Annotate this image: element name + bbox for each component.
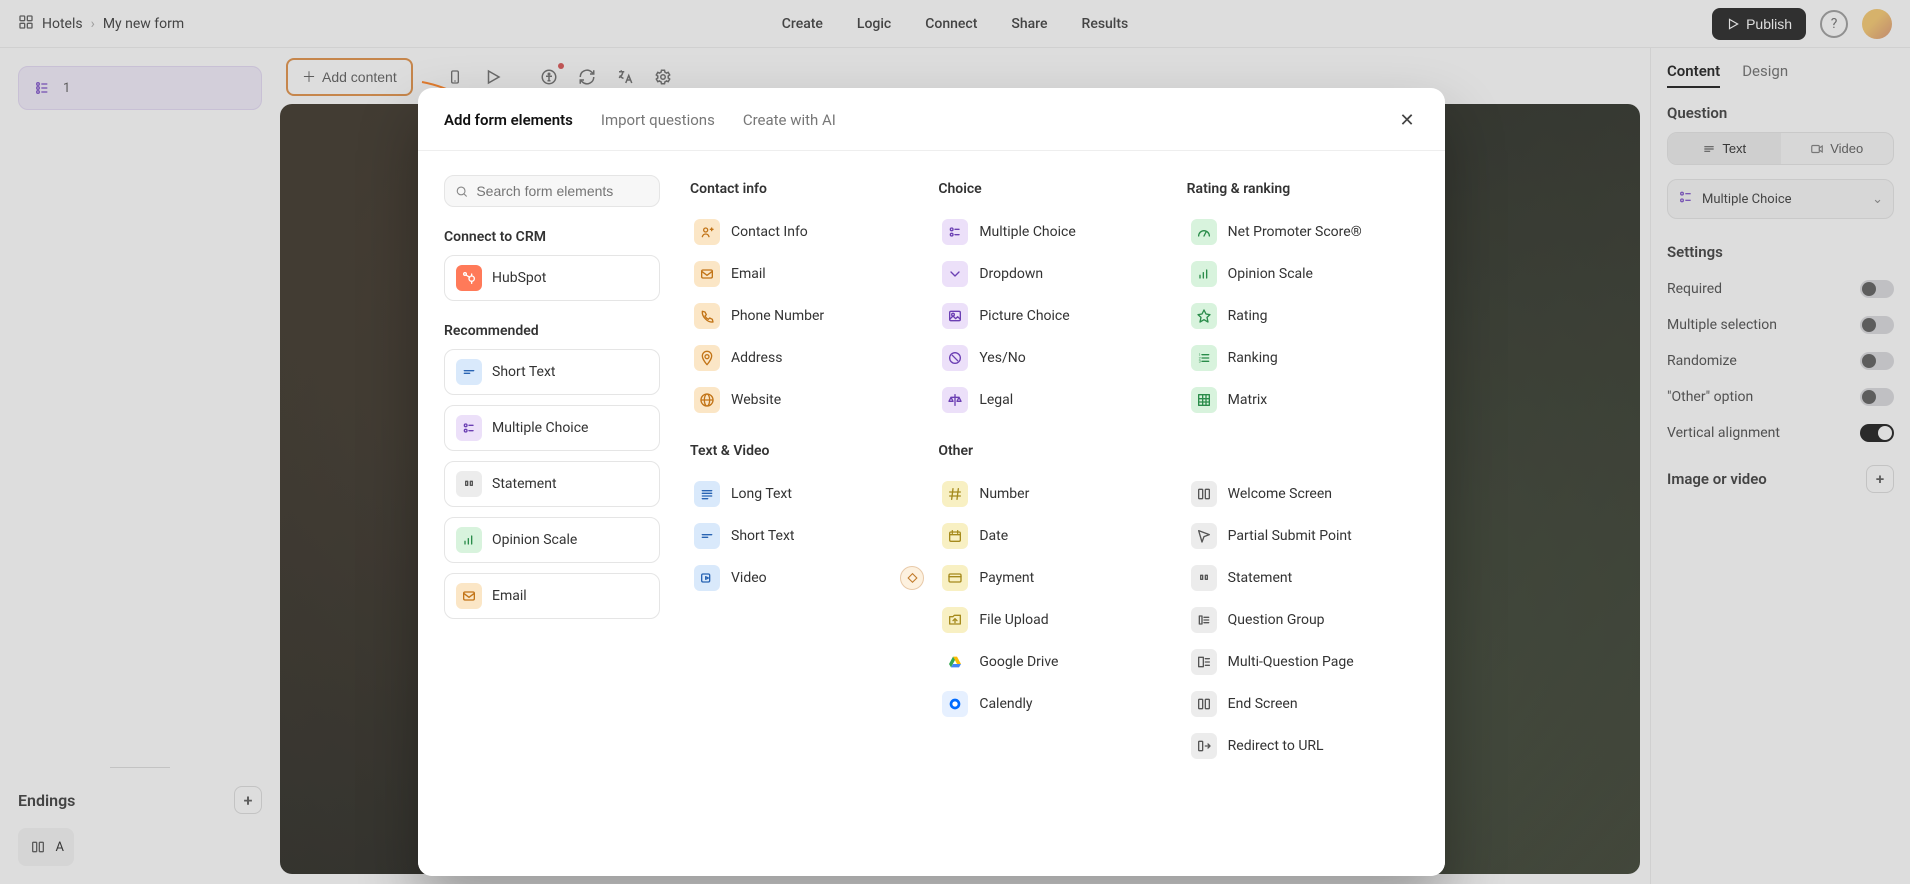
- welcome-icon: [1191, 481, 1217, 507]
- modal-close-button[interactable]: ✕: [1395, 108, 1419, 132]
- el-yesno[interactable]: Yes/No: [938, 339, 1176, 377]
- el-opinion-scale[interactable]: Opinion Scale: [1187, 255, 1425, 293]
- end-screen-icon: [1191, 691, 1217, 717]
- el-partial-submit[interactable]: Partial Submit Point: [1187, 517, 1425, 555]
- recommended-title: Recommended: [444, 323, 660, 339]
- redirect-icon: [1191, 733, 1217, 759]
- group-rating: Rating & ranking: [1187, 175, 1425, 209]
- email-icon: [456, 583, 482, 609]
- el-calendly[interactable]: Calendly: [938, 685, 1176, 723]
- add-element-modal: Add form elements Import questions Creat…: [418, 88, 1445, 876]
- short-text-icon: [694, 523, 720, 549]
- el-long-text[interactable]: Long Text: [690, 475, 928, 513]
- multi-question-icon: [1191, 649, 1217, 675]
- el-google-drive[interactable]: Google Drive: [938, 643, 1176, 681]
- ranking-icon: 123: [1191, 345, 1217, 371]
- short-text-icon: [456, 359, 482, 385]
- opinion-scale-icon: [1191, 261, 1217, 287]
- rating-icon: [1191, 303, 1217, 329]
- modal-tab-import[interactable]: Import questions: [601, 111, 715, 129]
- el-short-text[interactable]: Short Text: [690, 517, 928, 555]
- hubspot-icon: [456, 265, 482, 291]
- group-choice: Choice: [938, 175, 1176, 209]
- el-file-upload[interactable]: File Upload: [938, 601, 1176, 639]
- yesno-icon: [942, 345, 968, 371]
- el-website[interactable]: Website: [690, 381, 928, 419]
- el-question-group[interactable]: Question Group: [1187, 601, 1425, 639]
- svg-text:3: 3: [1198, 359, 1200, 364]
- el-nps[interactable]: Net Promoter Score®: [1187, 213, 1425, 251]
- nps-icon: [1191, 219, 1217, 245]
- el-multiple-choice[interactable]: Multiple Choice: [938, 213, 1176, 251]
- opinion-scale-icon: [456, 527, 482, 553]
- el-number[interactable]: Number: [938, 475, 1176, 513]
- search-form-elements[interactable]: [444, 175, 660, 207]
- statement-icon: [456, 471, 482, 497]
- long-text-icon: [694, 481, 720, 507]
- rec-statement[interactable]: Statement: [444, 461, 660, 507]
- group-text-video: Text & Video: [690, 437, 928, 471]
- website-icon: [694, 387, 720, 413]
- el-phone[interactable]: Phone Number: [690, 297, 928, 335]
- el-contact-info[interactable]: Contact Info: [690, 213, 928, 251]
- el-picture-choice[interactable]: Picture Choice: [938, 297, 1176, 335]
- number-icon: [942, 481, 968, 507]
- modal-elements-grid: Contact info Choice Rating & ranking Con…: [690, 175, 1425, 852]
- el-statement[interactable]: Statement: [1187, 559, 1425, 597]
- payment-icon: [942, 565, 968, 591]
- multiple-choice-icon: [456, 415, 482, 441]
- el-rating[interactable]: Rating: [1187, 297, 1425, 335]
- group-other: Other: [938, 437, 1176, 471]
- question-group-icon: [1191, 607, 1217, 633]
- dropdown-icon: [942, 261, 968, 287]
- el-payment[interactable]: Payment: [938, 559, 1176, 597]
- rec-email[interactable]: Email: [444, 573, 660, 619]
- date-icon: [942, 523, 968, 549]
- phone-icon: [694, 303, 720, 329]
- statement-icon: [1191, 565, 1217, 591]
- file-upload-icon: [942, 607, 968, 633]
- premium-badge-icon: [900, 566, 924, 590]
- rec-opinion-scale[interactable]: Opinion Scale: [444, 517, 660, 563]
- el-multi-question[interactable]: Multi-Question Page: [1187, 643, 1425, 681]
- partial-submit-icon: [1191, 523, 1217, 549]
- legal-icon: [942, 387, 968, 413]
- el-end-screen[interactable]: End Screen: [1187, 685, 1425, 723]
- el-date[interactable]: Date: [938, 517, 1176, 555]
- address-icon: [694, 345, 720, 371]
- modal-tab-add[interactable]: Add form elements: [444, 111, 573, 129]
- matrix-icon: [1191, 387, 1217, 413]
- contact-info-icon: [694, 219, 720, 245]
- el-matrix[interactable]: Matrix: [1187, 381, 1425, 419]
- connect-crm-title: Connect to CRM: [444, 229, 660, 245]
- modal-tab-ai[interactable]: Create with AI: [743, 111, 836, 129]
- multiple-choice-icon: [942, 219, 968, 245]
- crm-hubspot[interactable]: HubSpot: [444, 255, 660, 301]
- el-redirect[interactable]: Redirect to URL: [1187, 727, 1425, 765]
- calendly-icon: [942, 691, 968, 717]
- video-icon: [694, 565, 720, 591]
- picture-choice-icon: [942, 303, 968, 329]
- search-input[interactable]: [476, 183, 649, 199]
- el-ranking[interactable]: 123Ranking: [1187, 339, 1425, 377]
- group-contact-info: Contact info: [690, 175, 928, 209]
- el-video[interactable]: Video: [690, 559, 928, 597]
- google-drive-icon: [942, 649, 968, 675]
- el-email[interactable]: Email: [690, 255, 928, 293]
- rec-short-text[interactable]: Short Text: [444, 349, 660, 395]
- rec-multiple-choice[interactable]: Multiple Choice: [444, 405, 660, 451]
- search-icon: [455, 184, 468, 199]
- el-dropdown[interactable]: Dropdown: [938, 255, 1176, 293]
- el-welcome[interactable]: Welcome Screen: [1187, 475, 1425, 513]
- email-icon: [694, 261, 720, 287]
- el-legal[interactable]: Legal: [938, 381, 1176, 419]
- el-address[interactable]: Address: [690, 339, 928, 377]
- modal-left-column: Connect to CRM HubSpot Recommended Short…: [444, 175, 660, 852]
